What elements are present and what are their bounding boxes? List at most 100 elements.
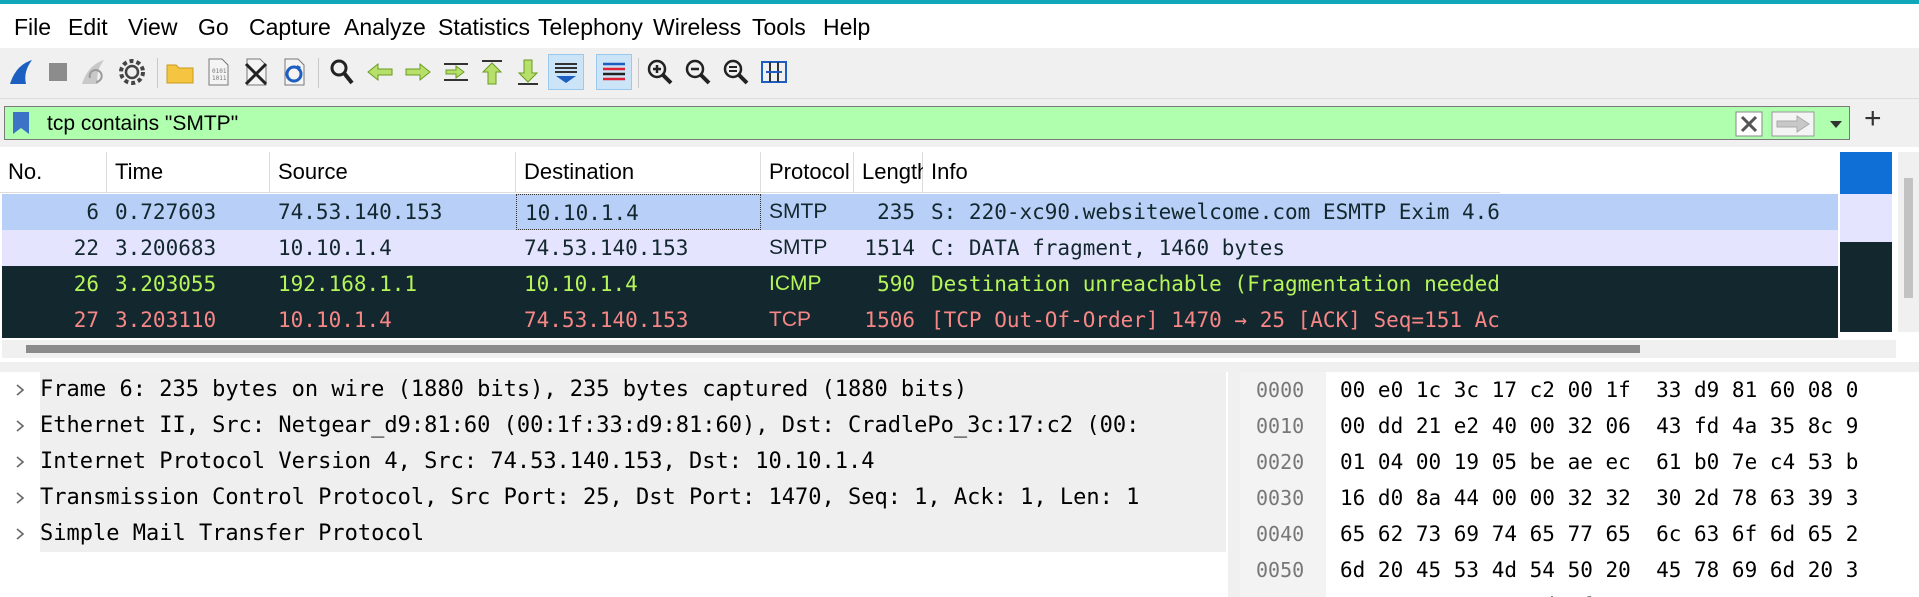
display-filter-input[interactable] <box>47 111 1427 137</box>
column-header-length[interactable]: Length <box>854 152 929 192</box>
cell-no: 26 <box>73 272 99 296</box>
reload-file-button[interactable] <box>276 54 312 90</box>
byte-offset: 0000 <box>1256 378 1305 402</box>
tree-item-ethernet[interactable]: Ethernet II, Src: Netgear_d9:81:60 (00:1… <box>40 408 1226 444</box>
tree-item-frame[interactable]: Frame 6: 235 bytes on wire (1880 bits), … <box>40 372 1226 408</box>
menu-wireless[interactable]: Wireless <box>653 14 741 41</box>
expand-chevron-icon[interactable] <box>14 372 28 408</box>
menu-edit[interactable]: Edit <box>68 14 108 41</box>
shark-fin-start-icon <box>10 60 32 84</box>
packet-list-horizontal-scrollbar[interactable] <box>2 340 1896 358</box>
menu-tools[interactable]: Tools <box>752 14 806 41</box>
hex-bytes[interactable]: 16 d0 8a 44 00 00 32 32 30 2d 78 63 39 3 <box>1340 480 1919 516</box>
tree-item-tcp[interactable]: Transmission Control Protocol, Src Port:… <box>40 480 1226 516</box>
expand-chevron-icon[interactable] <box>14 480 28 516</box>
menu-view[interactable]: View <box>128 14 177 41</box>
menu-analyze[interactable]: Analyze <box>344 14 426 41</box>
cell-length: 235 <box>877 200 915 224</box>
zoom-normal-button[interactable] <box>718 54 754 90</box>
capture-options-button[interactable] <box>114 54 150 90</box>
packet-row[interactable]: 26 3.203055 192.168.1.1 10.10.1.4 ICMP 5… <box>2 266 1838 302</box>
menu-go[interactable]: Go <box>198 14 229 41</box>
column-header-destination[interactable]: Destination <box>516 152 761 192</box>
packet-minimap[interactable] <box>1840 152 1892 332</box>
packet-row[interactable]: 27 3.203110 10.10.1.4 74.53.140.153 TCP … <box>2 302 1838 338</box>
open-file-button[interactable]: 0101 1011 <box>200 54 236 90</box>
byte-offset: 0040 <box>1256 522 1305 546</box>
column-header-info[interactable]: Info <box>923 152 1500 192</box>
byte-offset: 0030 <box>1256 486 1305 510</box>
column-header-no[interactable]: No. <box>0 152 107 192</box>
open-button[interactable] <box>162 54 198 90</box>
pane-splitter[interactable] <box>0 362 1919 372</box>
column-header-source[interactable]: Source <box>270 152 516 192</box>
start-capture-button[interactable] <box>4 54 40 90</box>
clear-filter-icon[interactable] <box>1735 111 1763 137</box>
cell-protocol: SMTP <box>769 236 828 259</box>
column-header-time[interactable]: Time <box>107 152 270 192</box>
apply-filter-arrow-icon[interactable] <box>1771 111 1815 137</box>
menu-telephony[interactable]: Telephony <box>538 14 643 41</box>
hex-bytes[interactable]: 6d 20 45 53 4d 54 50 20 45 78 69 6d 20 3 <box>1340 552 1919 588</box>
horizontal-scroll-thumb[interactable] <box>26 345 1640 353</box>
go-first-packet-button[interactable] <box>474 54 510 90</box>
cell-protocol: SMTP <box>769 200 828 223</box>
go-last-packet-button[interactable] <box>510 54 546 90</box>
cell-protocol: TCP <box>769 308 811 331</box>
minimap-viewport <box>1840 152 1892 194</box>
cell-destination: 10.10.1.4 <box>524 272 638 296</box>
filter-history-dropdown-icon[interactable] <box>1827 114 1845 134</box>
close-file-button[interactable] <box>238 54 274 90</box>
cell-destination: 10.10.1.4 <box>516 194 761 230</box>
hex-bytes[interactable]: 00 dd 21 e2 40 00 32 06 43 fd 4a 35 8c 9 <box>1340 408 1919 444</box>
packet-list-vertical-scrollbar[interactable] <box>1898 152 1919 332</box>
resize-columns-button[interactable] <box>756 54 792 90</box>
cell-time: 3.200683 <box>115 236 217 260</box>
hex-bytes[interactable]: 00 e0 1c 3c 17 c2 00 1f 33 d9 81 60 08 0 <box>1340 372 1919 408</box>
restart-capture-button[interactable] <box>76 54 112 90</box>
menu-statistics[interactable]: Statistics <box>438 14 530 41</box>
hex-bytes[interactable]: 01 04 00 19 05 be ae ec 61 b0 7e c4 53 b <box>1340 444 1919 480</box>
expand-chevron-icon[interactable] <box>14 516 28 552</box>
byte-offset: 0050 <box>1256 558 1305 582</box>
cell-no: 22 <box>73 236 99 260</box>
cell-source: 74.53.140.153 <box>278 200 443 224</box>
cell-no: 27 <box>73 308 99 332</box>
vertical-pane-splitter[interactable] <box>1228 372 1240 597</box>
menu-help[interactable]: Help <box>823 14 870 41</box>
packet-row[interactable]: 6 0.727603 74.53.140.153 10.10.1.4 SMTP … <box>2 194 1838 230</box>
cell-info: C: DATA fragment, 1460 bytes <box>931 236 1286 260</box>
bookmark-icon[interactable] <box>11 111 31 135</box>
byte-offset: 0010 <box>1256 414 1305 438</box>
stop-capture-button[interactable] <box>40 54 76 90</box>
menu-capture[interactable]: Capture <box>249 14 331 41</box>
restart-fin-icon <box>82 60 104 84</box>
add-filter-button-plus-icon[interactable]: + <box>1864 104 1882 134</box>
go-back-button[interactable] <box>362 54 398 90</box>
tree-item-ipv4[interactable]: Internet Protocol Version 4, Src: 74.53.… <box>40 444 1226 480</box>
cell-source: 10.10.1.4 <box>278 308 392 332</box>
menu-file[interactable]: File <box>14 14 51 41</box>
minimap-band <box>1840 194 1892 242</box>
cell-length: 1506 <box>864 308 915 332</box>
cell-no: 6 <box>86 200 99 224</box>
hex-bytes[interactable]: 65 62 73 69 74 65 77 65 6c 63 6f 6d 65 2 <box>1340 516 1919 552</box>
cell-info: [TCP Out-Of-Order] 1470 → 25 [ACK] Seq=1… <box>931 308 1500 332</box>
autoscroll-button[interactable] <box>548 54 584 90</box>
go-to-packet-button[interactable] <box>438 54 474 90</box>
packet-row[interactable]: 22 3.200683 10.10.1.4 74.53.140.153 SMTP… <box>2 230 1838 266</box>
colorize-button[interactable] <box>596 54 632 90</box>
autoscroll-icon <box>555 63 577 83</box>
cell-info: Destination unreachable (Fragmentation n… <box>931 272 1500 296</box>
tree-item-smtp[interactable]: Simple Mail Transfer Protocol <box>40 516 1226 552</box>
expand-chevron-icon[interactable] <box>14 444 28 480</box>
expand-chevron-icon[interactable] <box>14 408 28 444</box>
zoom-out-button[interactable] <box>680 54 716 90</box>
main-toolbar: 0101 1011 <box>0 48 1919 99</box>
zoom-in-button[interactable] <box>642 54 678 90</box>
go-forward-button[interactable] <box>400 54 436 90</box>
column-header-protocol[interactable]: Protocol <box>761 152 854 192</box>
vertical-scroll-thumb[interactable] <box>1904 178 1913 298</box>
hex-bytes[interactable]: 39 20 23 31 20 4d 6f 6e 2c 20 30 35 20 4 <box>1340 588 1919 597</box>
find-packet-button[interactable] <box>324 54 360 90</box>
